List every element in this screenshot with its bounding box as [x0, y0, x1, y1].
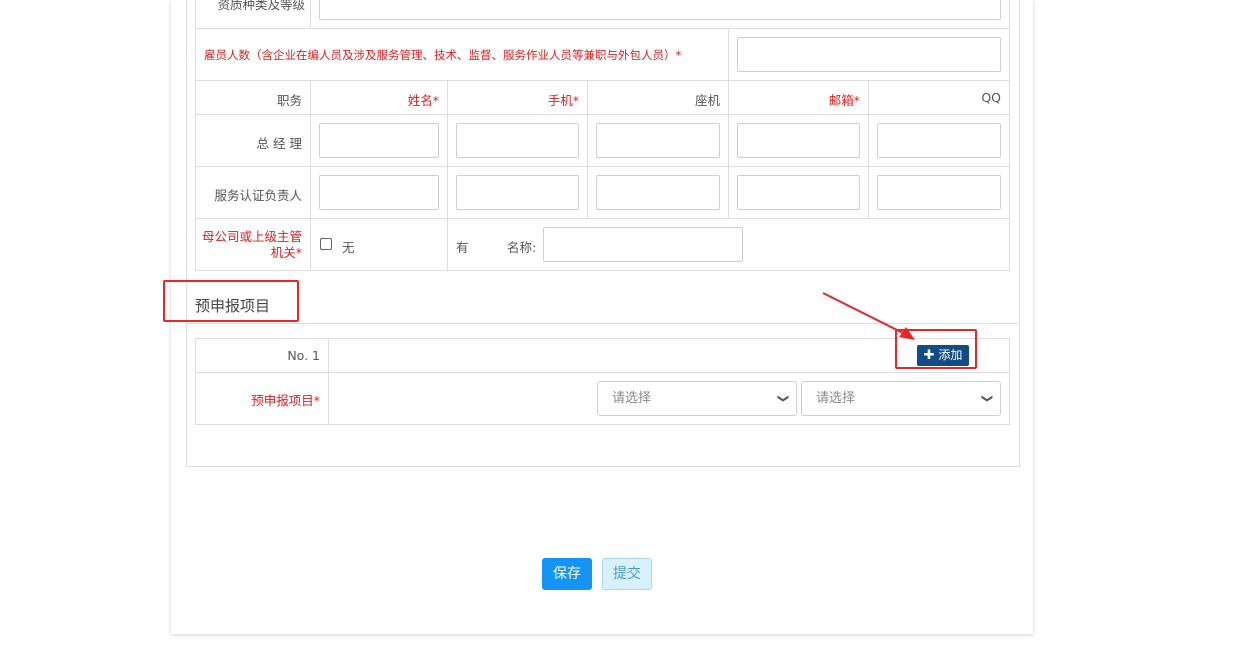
header-qq: QQ [981, 90, 1001, 105]
save-button[interactable]: 保存 [542, 558, 592, 590]
chevron-down-icon: ❯ [776, 393, 790, 404]
sc-email-input[interactable] [737, 175, 860, 210]
gm-mobile-input[interactable] [456, 123, 579, 158]
header-position: 职务 [276, 93, 302, 108]
qualification-label: 资质种类及等级 [217, 0, 305, 12]
header-landline: 座机 [694, 93, 720, 108]
project-select-1[interactable]: 请选择 ❯ [597, 381, 797, 416]
qualification-input[interactable] [319, 0, 1001, 20]
role-general-manager: 总 经 理 [256, 136, 302, 151]
gm-name-input[interactable] [319, 123, 439, 158]
submit-button[interactable]: 提交 [602, 558, 652, 590]
table-line [195, 270, 1010, 271]
parent-label: 母公司或上级主管 机关* [196, 229, 302, 261]
annotation-box-section-title [163, 280, 299, 322]
table-line [195, 218, 1010, 219]
project-table-line [1009, 338, 1010, 425]
project-row-number: No. 1 [287, 348, 320, 363]
table-line [728, 28, 729, 80]
employees-label: 雇员人数（含企业在编人员及涉及服务管理、技术、监督、服务作业人员等兼职与外包人员… [204, 48, 682, 62]
table-line [195, 166, 1010, 167]
parent-label-line1: 母公司或上级主管 [201, 229, 302, 244]
project-select-1-value: 请选择 [612, 391, 652, 406]
project-table-line [328, 338, 329, 425]
header-name: 姓名* [407, 93, 439, 108]
project-select-2-value: 请选择 [816, 391, 856, 406]
annotation-arrow-icon [822, 292, 915, 340]
gm-landline-input[interactable] [596, 123, 720, 158]
parent-label-line2: 机关* [270, 245, 302, 260]
table-line [195, 114, 1010, 115]
project-label: 预申报项目* [251, 393, 320, 408]
table-line [310, 0, 311, 28]
project-table-line [195, 372, 1010, 373]
gm-email-input[interactable] [737, 123, 860, 158]
chevron-down-icon: ❯ [980, 393, 994, 404]
role-service-cert-head: 服务认证负责人 [214, 188, 302, 203]
project-table-line [195, 424, 1010, 425]
header-mobile: 手机* [547, 93, 579, 108]
option-none-label: 无 [342, 240, 355, 255]
parent-name-input[interactable] [543, 227, 743, 262]
sc-landline-input[interactable] [596, 175, 720, 210]
employees-input[interactable] [737, 37, 1001, 72]
sc-mobile-input[interactable] [456, 175, 579, 210]
parent-none-checkbox[interactable] [320, 238, 332, 250]
table-border-right [1009, 0, 1010, 270]
table-line [195, 28, 1010, 29]
header-email: 邮箱* [828, 93, 860, 108]
parent-name-label: 名称: [507, 240, 537, 255]
gm-qq-input[interactable] [877, 123, 1001, 158]
option-has-label[interactable]: 有 [456, 237, 469, 256]
table-line [195, 80, 1010, 81]
sc-name-input[interactable] [319, 175, 439, 210]
sc-qq-input[interactable] [877, 175, 1001, 210]
project-select-2[interactable]: 请选择 ❯ [801, 381, 1001, 416]
